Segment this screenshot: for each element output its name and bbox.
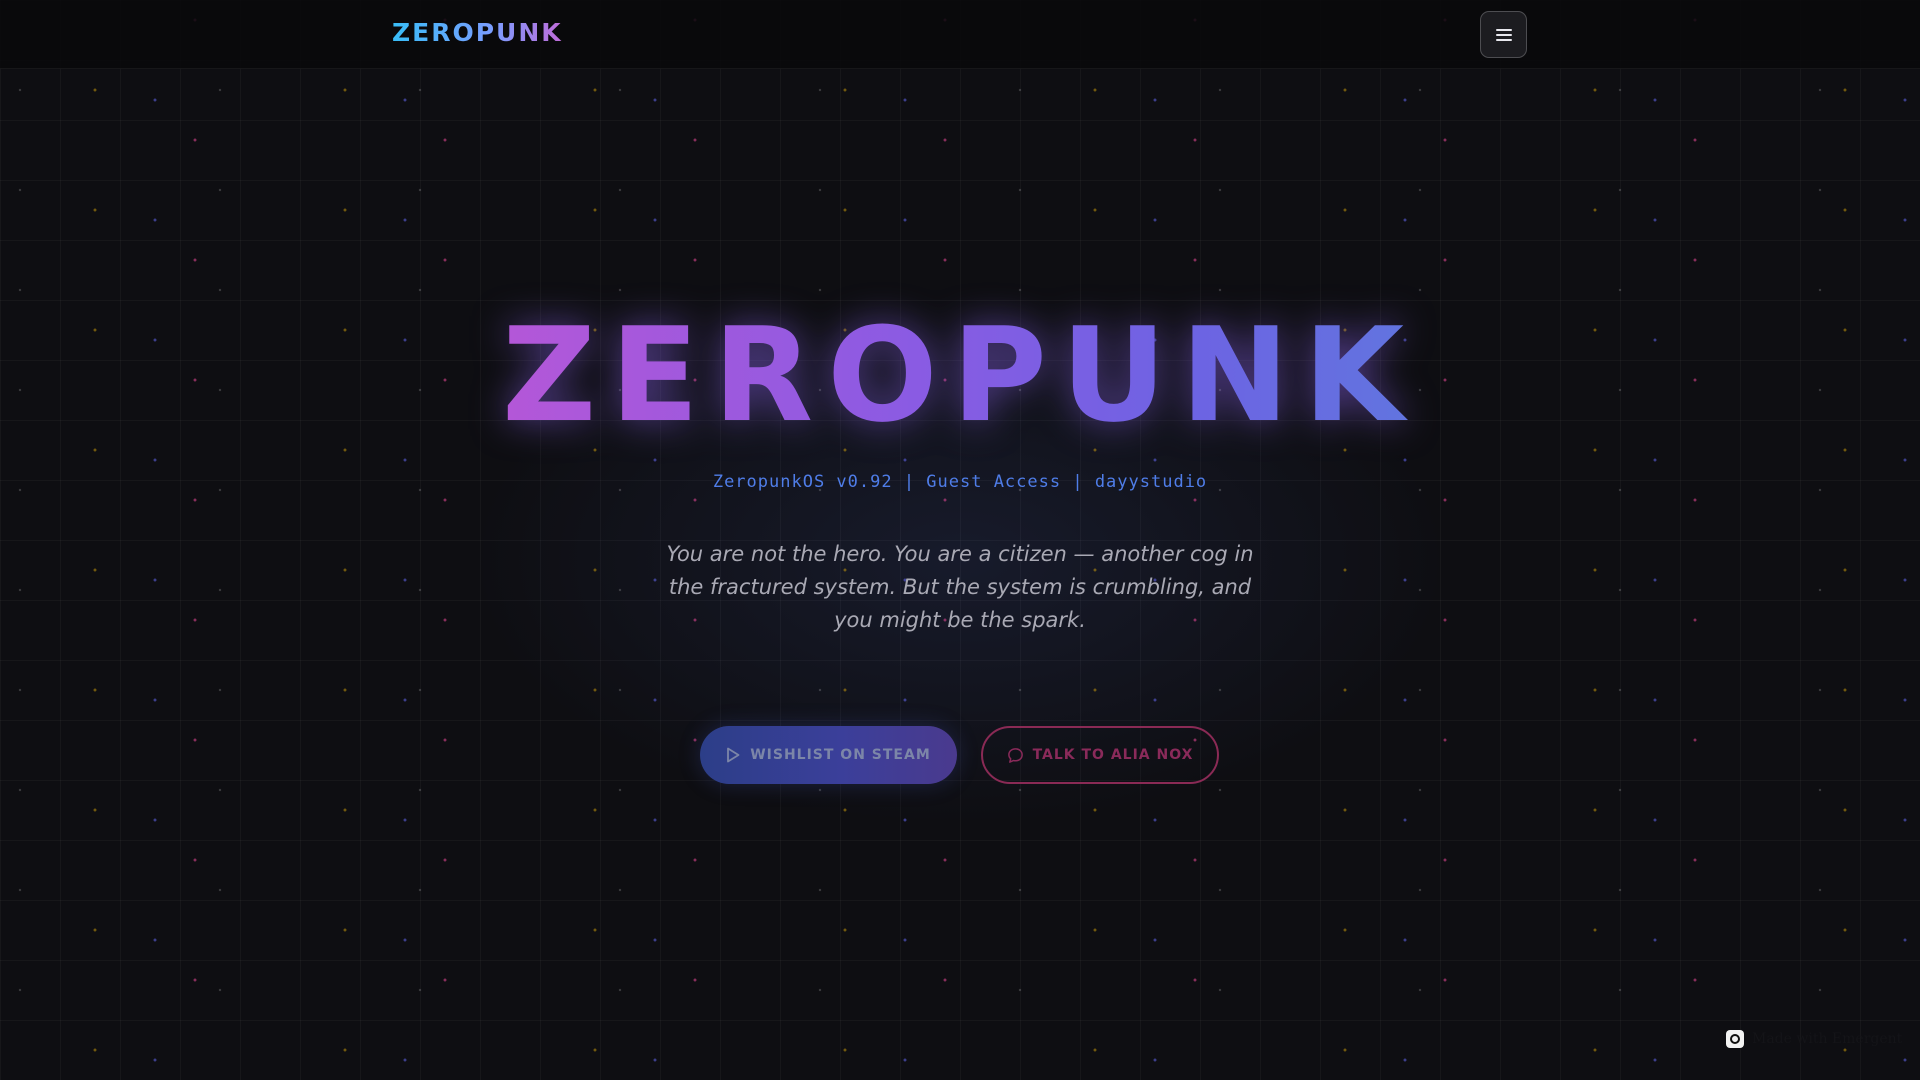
top-navbar: ZEROPUNK	[0, 0, 1920, 69]
talk-to-alia-button[interactable]: TALK TO ALIA NOX	[981, 726, 1219, 784]
talk-to-alia-label: TALK TO ALIA NOX	[1032, 747, 1194, 763]
hero-subtitle: ZeropunkOS v0.92 | Guest Access | dayyst…	[712, 472, 1208, 492]
hero-title-text: ZEROPUNK	[501, 299, 1419, 451]
made-with-text: Made with Emergent	[1752, 1031, 1903, 1047]
hero-tagline: You are not the hero. You are a citizen …	[666, 542, 1254, 632]
menu-button[interactable]	[1480, 11, 1527, 58]
wishlist-steam-label: WISHLIST ON STEAM	[750, 747, 931, 763]
play-icon	[727, 747, 740, 763]
emergent-logo-icon	[1726, 1030, 1744, 1048]
chat-bubble-icon	[1007, 747, 1023, 763]
wishlist-steam-button[interactable]: WISHLIST ON STEAM	[700, 726, 957, 784]
hamburger-menu-icon	[1495, 28, 1512, 41]
made-with-badge[interactable]: Made with Emergent	[1726, 1030, 1902, 1048]
brand-logo[interactable]: ZEROPUNK	[392, 18, 563, 47]
page: ZEROPUNK ZEROPUNK ZeropunkOS v0.92 | Gue…	[0, 0, 1920, 1080]
hero-title: ZEROPUNK	[0, 300, 1920, 450]
